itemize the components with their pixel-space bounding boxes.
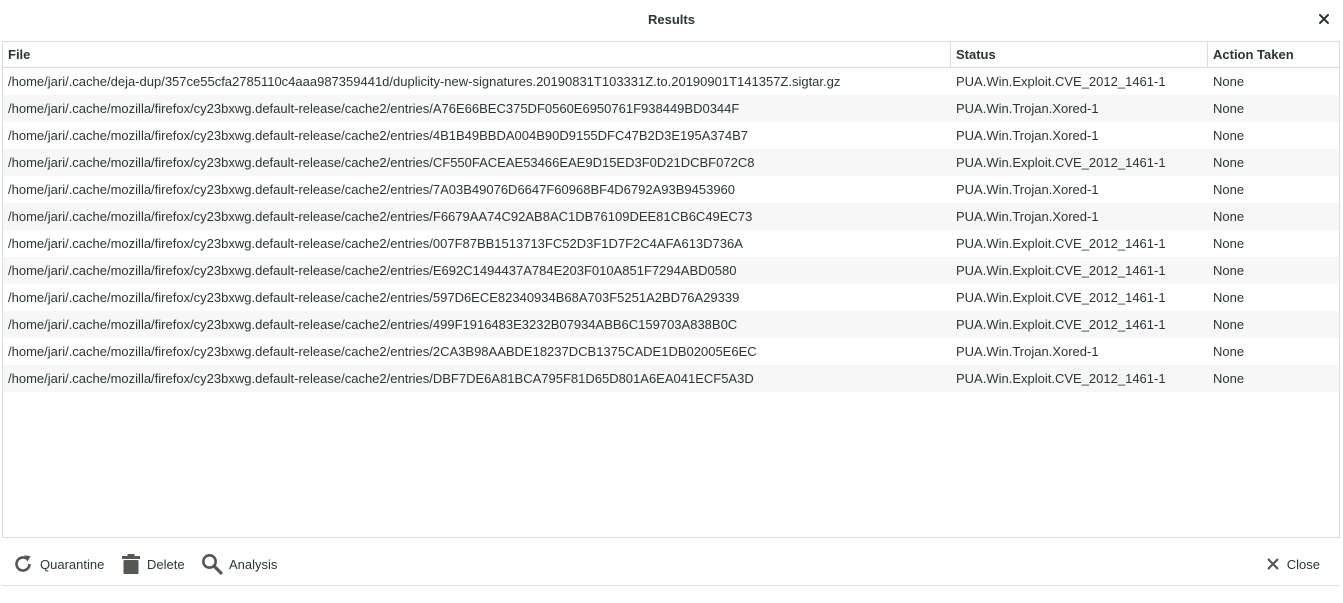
results-dialog: Results File Status Action Taken /home/j… [0,0,1343,603]
titlebar: Results [0,0,1343,40]
cell-action-taken: None [1213,290,1245,305]
close-label: Close [1286,556,1320,572]
table-row[interactable]: /home/jari/.cache/deja-dup/357ce55cfa278… [3,68,1339,95]
cell-action-taken: None [1213,371,1245,386]
cell-file-path: /home/jari/.cache/mozilla/firefox/cy23bx… [8,290,740,305]
delete-label: Delete [147,556,185,572]
cell-file-path: /home/jari/.cache/mozilla/firefox/cy23bx… [8,371,754,386]
cell-file-path: /home/jari/.cache/mozilla/firefox/cy23bx… [8,344,757,359]
trash-icon [121,553,141,575]
table-row[interactable]: /home/jari/.cache/mozilla/firefox/cy23bx… [3,365,1339,392]
cell-action-taken: None [1213,209,1245,224]
cell-file-path: /home/jari/.cache/mozilla/firefox/cy23bx… [8,101,740,116]
table-body: /home/jari/.cache/deja-dup/357ce55cfa278… [3,68,1339,392]
cell-action-taken: None [1213,182,1245,197]
cell-status: PUA.Win.Trojan.Xored-1 [956,101,1099,116]
close-icon [1319,14,1329,24]
quarantine-label: Quarantine [40,556,105,572]
cell-file-path: /home/jari/.cache/mozilla/firefox/cy23bx… [8,155,755,170]
table-row[interactable]: /home/jari/.cache/mozilla/firefox/cy23bx… [3,122,1339,149]
table-row[interactable]: /home/jari/.cache/mozilla/firefox/cy23bx… [3,338,1339,365]
table-row[interactable]: /home/jari/.cache/mozilla/firefox/cy23bx… [3,311,1339,338]
cell-status: PUA.Win.Trojan.Xored-1 [956,344,1099,359]
cell-file-path: /home/jari/.cache/mozilla/firefox/cy23bx… [8,128,748,143]
delete-button[interactable]: Delete [121,551,185,577]
table-row[interactable]: /home/jari/.cache/mozilla/firefox/cy23bx… [3,176,1339,203]
cell-action-taken: None [1213,128,1245,143]
results-table: File Status Action Taken /home/jari/.cac… [2,41,1340,538]
cell-file-path: /home/jari/.cache/mozilla/firefox/cy23bx… [8,263,737,278]
action-bar: Quarantine Delete Analysis Close [0,545,1343,585]
cell-status: PUA.Win.Exploit.CVE_2012_1461-1 [956,317,1166,332]
divider [2,585,1340,586]
titlebar-close-button[interactable] [1315,10,1333,28]
table-row[interactable]: /home/jari/.cache/mozilla/firefox/cy23bx… [3,203,1339,230]
search-icon [201,553,223,575]
cell-file-path: /home/jari/.cache/mozilla/firefox/cy23bx… [8,209,753,224]
refresh-icon [12,553,34,575]
cell-status: PUA.Win.Exploit.CVE_2012_1461-1 [956,155,1166,170]
cell-status: PUA.Win.Exploit.CVE_2012_1461-1 [956,263,1166,278]
dialog-title: Results [648,12,695,27]
cell-status: PUA.Win.Exploit.CVE_2012_1461-1 [956,74,1166,89]
cell-file-path: /home/jari/.cache/mozilla/firefox/cy23bx… [8,182,736,197]
cell-status: PUA.Win.Exploit.CVE_2012_1461-1 [956,290,1166,305]
quarantine-button[interactable]: Quarantine [12,551,104,577]
cell-action-taken: None [1213,263,1245,278]
column-header-status[interactable]: Status [951,42,1208,67]
cell-status: PUA.Win.Trojan.Xored-1 [956,182,1099,197]
table-row[interactable]: /home/jari/.cache/mozilla/firefox/cy23bx… [3,230,1339,257]
cell-status: PUA.Win.Exploit.CVE_2012_1461-1 [956,371,1166,386]
column-header-action-taken[interactable]: Action Taken [1208,42,1339,67]
cell-action-taken: None [1213,236,1245,251]
cell-file-path: /home/jari/.cache/mozilla/firefox/cy23bx… [8,317,738,332]
cell-action-taken: None [1213,155,1245,170]
table-header: File Status Action Taken [3,42,1339,68]
cell-action-taken: None [1213,344,1245,359]
cell-status: PUA.Win.Trojan.Xored-1 [956,128,1099,143]
close-icon [1265,556,1281,572]
cell-action-taken: None [1213,317,1245,332]
cell-action-taken: None [1213,101,1245,116]
close-button[interactable]: Close [1265,551,1320,577]
cell-action-taken: None [1213,74,1245,89]
table-row[interactable]: /home/jari/.cache/mozilla/firefox/cy23bx… [3,149,1339,176]
table-row[interactable]: /home/jari/.cache/mozilla/firefox/cy23bx… [3,257,1339,284]
analysis-button[interactable]: Analysis [201,551,277,577]
cell-status: PUA.Win.Trojan.Xored-1 [956,209,1099,224]
analysis-label: Analysis [229,556,278,572]
cell-file-path: /home/jari/.cache/mozilla/firefox/cy23bx… [8,236,743,251]
table-row[interactable]: /home/jari/.cache/mozilla/firefox/cy23bx… [3,95,1339,122]
table-row[interactable]: /home/jari/.cache/mozilla/firefox/cy23bx… [3,284,1339,311]
cell-status: PUA.Win.Exploit.CVE_2012_1461-1 [956,236,1166,251]
column-header-file[interactable]: File [3,42,951,67]
cell-file-path: /home/jari/.cache/deja-dup/357ce55cfa278… [8,74,841,89]
